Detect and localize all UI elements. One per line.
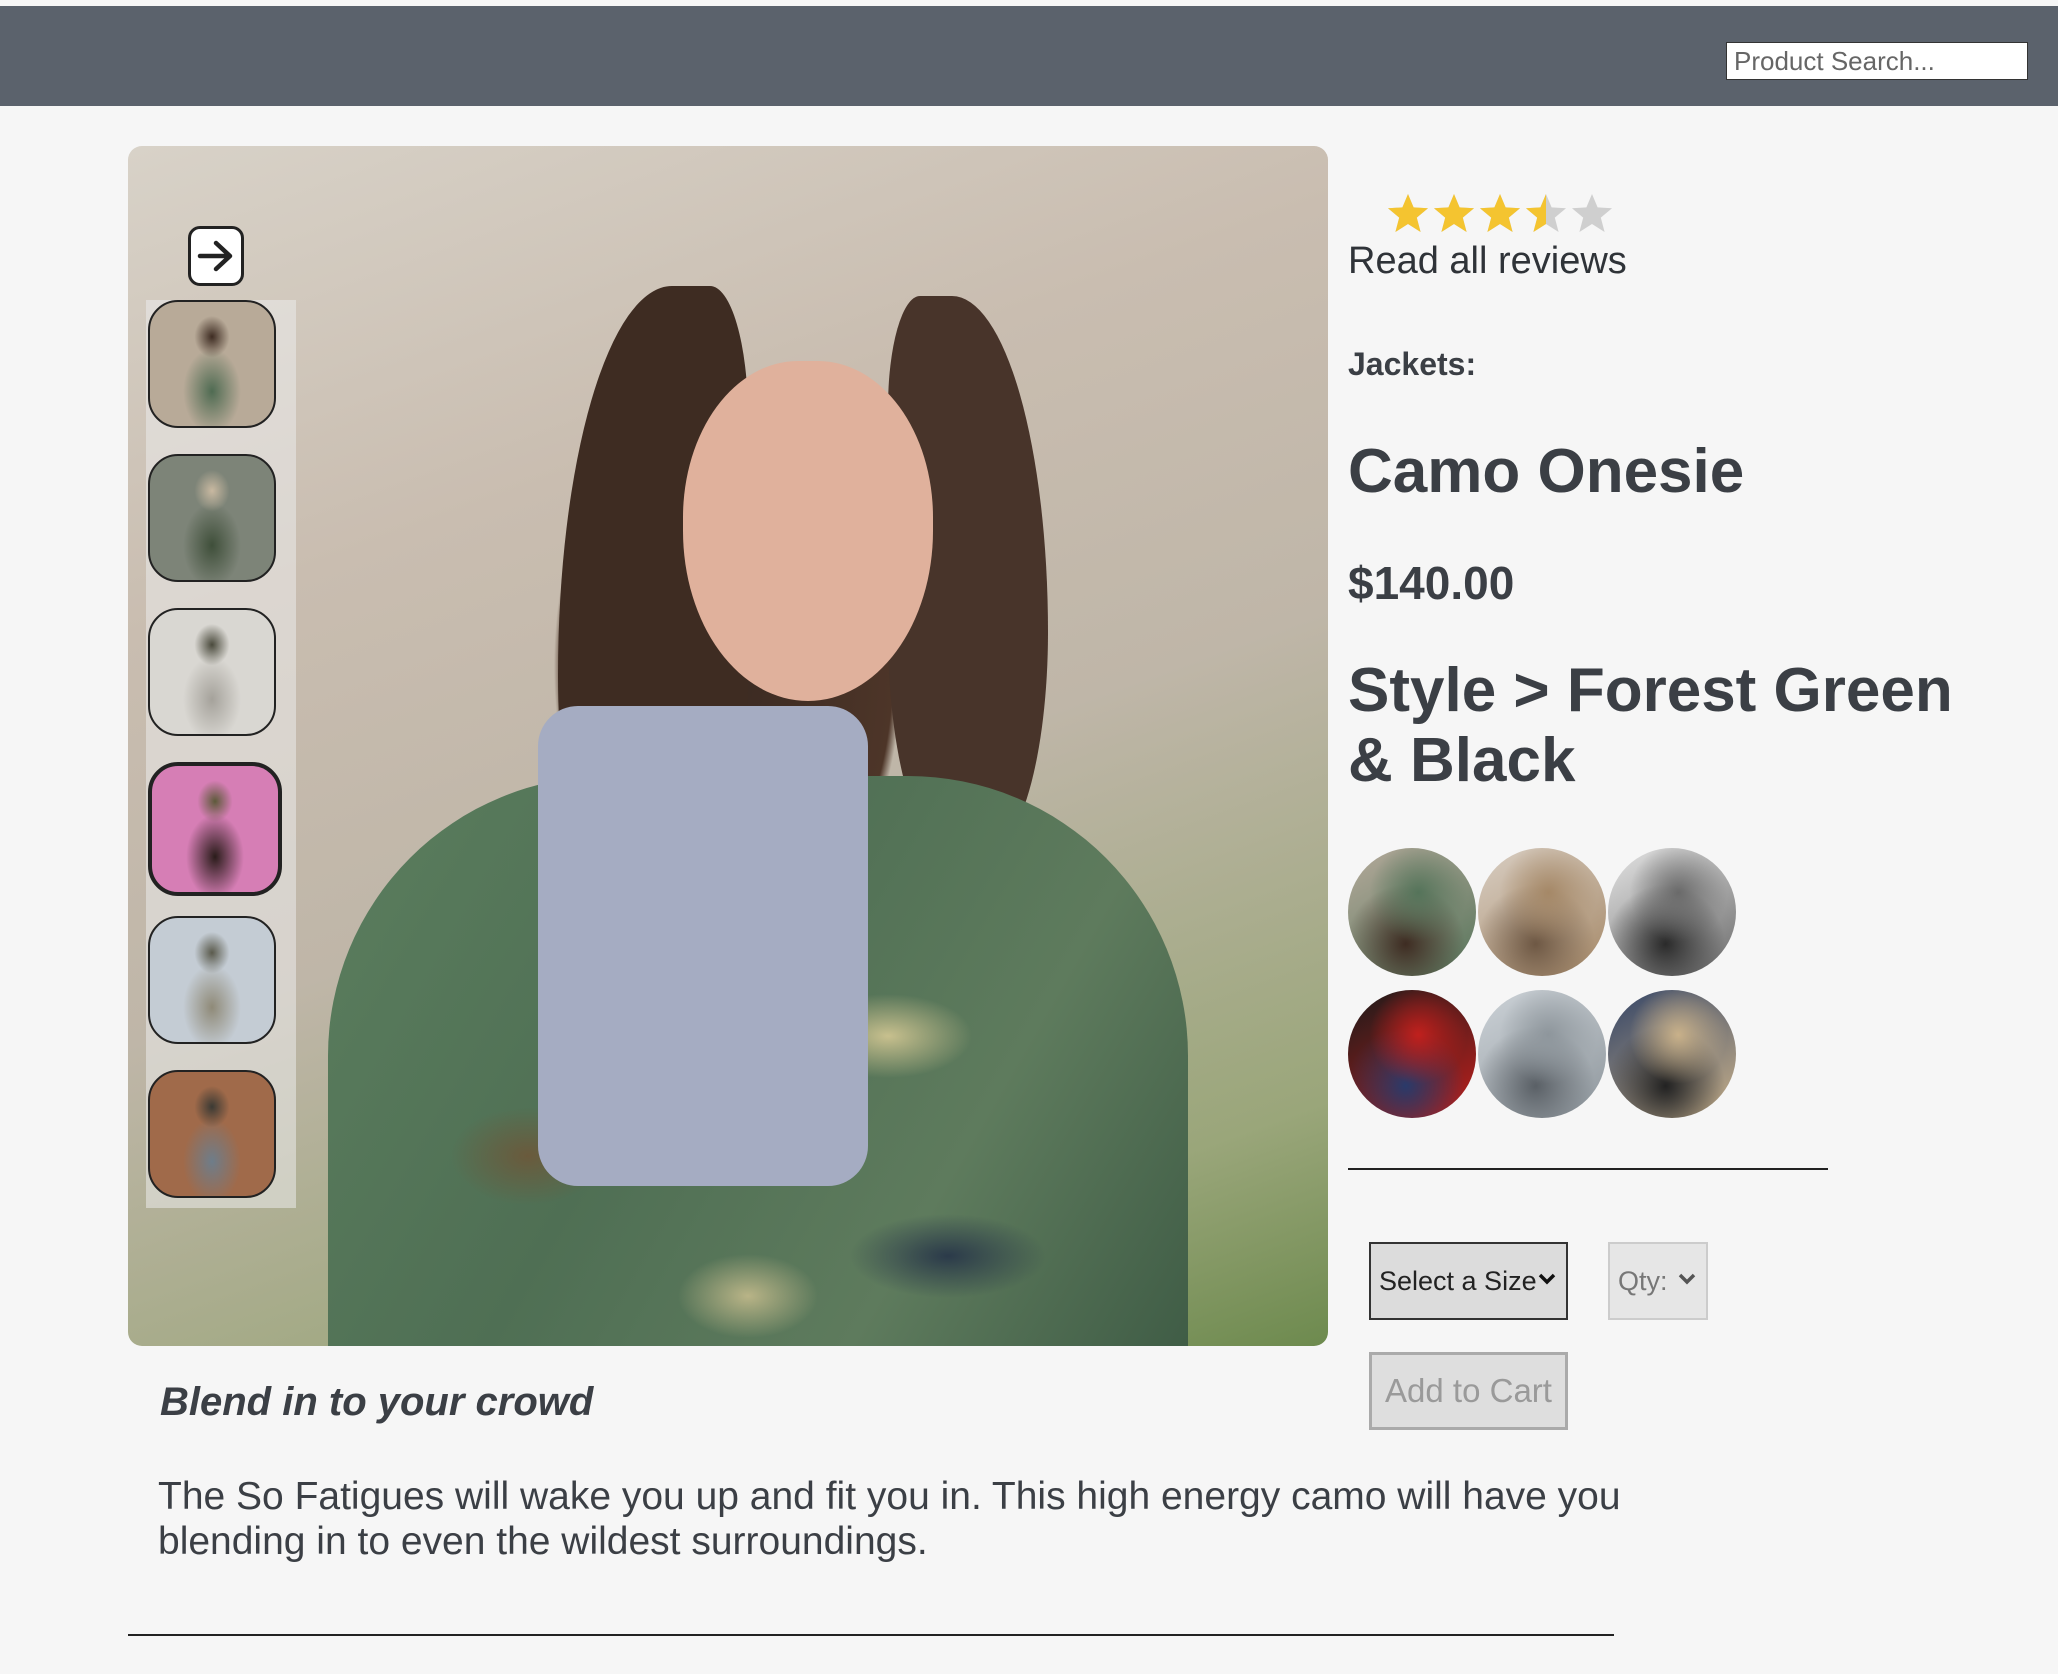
product-name: Camo Onesie (1348, 437, 1745, 506)
quantity-select-label: Qty: (1618, 1265, 1668, 1296)
star-icon (1434, 194, 1474, 232)
gallery-thumbnail[interactable] (148, 300, 276, 428)
gallery-thumbnail[interactable] (148, 1070, 276, 1198)
add-to-cart-button[interactable]: Add to Cart (1369, 1352, 1568, 1430)
gallery-thumbnail[interactable] (148, 454, 276, 582)
star-rating (1386, 192, 1614, 236)
style-swatch[interactable] (1478, 990, 1606, 1118)
gallery-thumbnail[interactable] (148, 762, 282, 896)
divider (128, 1634, 1614, 1636)
quantity-select[interactable]: Qty: (1608, 1242, 1708, 1320)
selected-style-label: Style > Forest Green & Black (1348, 656, 1953, 795)
size-select[interactable]: Select a Size (1369, 1242, 1568, 1320)
divider (1348, 1168, 1828, 1170)
gallery-thumbnail[interactable] (148, 916, 276, 1044)
star-icon (1388, 194, 1428, 232)
product-description: The So Fatigues will wake you up and fit… (158, 1475, 1621, 1563)
top-nav-bar (0, 6, 2058, 106)
chevron-down-icon (1538, 1273, 1556, 1285)
star-icon (1480, 194, 1520, 232)
product-tagline: Blend in to your crowd (160, 1380, 594, 1424)
main-product-image (128, 146, 1328, 1346)
style-swatch[interactable] (1608, 848, 1736, 976)
gallery-next-button[interactable] (188, 226, 244, 286)
chevron-down-icon (1678, 1273, 1696, 1285)
style-swatch[interactable] (1348, 848, 1476, 976)
style-swatch[interactable] (1478, 848, 1606, 976)
arrow-right-icon (197, 240, 233, 272)
style-swatch[interactable] (1608, 990, 1736, 1118)
read-all-reviews-link[interactable]: Read all reviews (1348, 240, 1627, 283)
star-icon (1572, 194, 1612, 232)
star-icon (1526, 194, 1566, 232)
size-select-label: Select a Size (1379, 1265, 1537, 1296)
product-search-input[interactable] (1726, 42, 2028, 80)
product-category: Jackets: (1348, 346, 1477, 382)
thumbnail-strip (146, 300, 296, 1208)
style-swatch[interactable] (1348, 990, 1476, 1118)
gallery-thumbnail[interactable] (148, 608, 276, 736)
product-price: $140.00 (1348, 557, 1515, 609)
